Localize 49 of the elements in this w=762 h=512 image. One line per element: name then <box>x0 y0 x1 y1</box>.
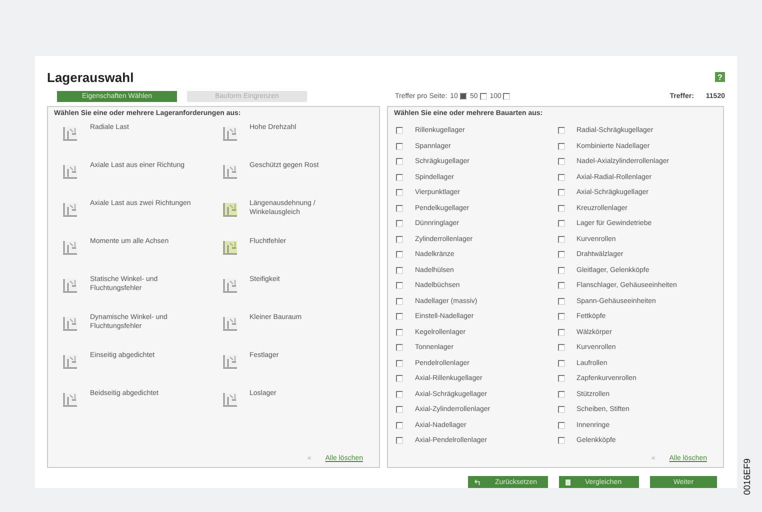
checkbox[interactable] <box>558 251 564 258</box>
checkbox[interactable] <box>558 360 564 367</box>
checkbox[interactable] <box>396 236 403 243</box>
undo-arrow-icon <box>474 478 481 486</box>
checkbox[interactable] <box>396 251 403 258</box>
checkbox[interactable] <box>396 390 403 398</box>
checkbox[interactable] <box>396 220 403 228</box>
checkbox[interactable] <box>396 158 403 166</box>
checkbox[interactable] <box>558 406 564 414</box>
per-page-checkbox[interactable] <box>503 92 510 100</box>
checkbox[interactable] <box>558 437 564 444</box>
checkbox[interactable] <box>558 298 564 305</box>
checkbox[interactable] <box>396 437 403 444</box>
checkbox[interactable] <box>396 282 403 290</box>
checkbox[interactable] <box>396 375 403 382</box>
checkbox[interactable] <box>396 174 403 181</box>
checkbox[interactable] <box>558 390 564 398</box>
checkbox[interactable] <box>558 422 564 429</box>
checkbox[interactable] <box>396 328 403 336</box>
figure-id: 0016EF9 <box>742 458 752 495</box>
checkbox[interactable] <box>396 313 403 320</box>
checkbox[interactable] <box>396 422 403 429</box>
document-icon <box>565 478 571 486</box>
checkbox[interactable] <box>558 266 564 274</box>
checkbox[interactable] <box>396 344 403 352</box>
checkbox[interactable] <box>558 189 564 196</box>
checkbox[interactable] <box>558 174 564 181</box>
per-page-checkbox[interactable] <box>460 92 467 100</box>
checkbox[interactable] <box>558 236 564 243</box>
per-page-checkbox[interactable] <box>480 92 487 100</box>
checkbox[interactable] <box>396 406 403 414</box>
window-title: Lagerauswahl <box>47 70 134 84</box>
checkbox[interactable] <box>396 204 403 212</box>
checkbox[interactable] <box>396 127 403 134</box>
checkbox[interactable] <box>396 142 403 150</box>
checkbox[interactable] <box>558 204 564 212</box>
checkbox[interactable] <box>558 328 564 336</box>
checkbox[interactable] <box>558 220 564 228</box>
checkbox[interactable] <box>558 127 564 134</box>
checkbox[interactable] <box>558 313 564 320</box>
checkbox[interactable] <box>396 360 403 367</box>
checkbox[interactable] <box>396 298 403 305</box>
checkbox[interactable] <box>396 266 403 274</box>
checkbox[interactable] <box>558 344 564 352</box>
checkbox[interactable] <box>558 282 564 290</box>
checkbox[interactable] <box>396 189 403 196</box>
checkbox[interactable] <box>558 375 564 382</box>
checkbox[interactable] <box>558 158 564 166</box>
checkbox[interactable] <box>558 142 564 150</box>
